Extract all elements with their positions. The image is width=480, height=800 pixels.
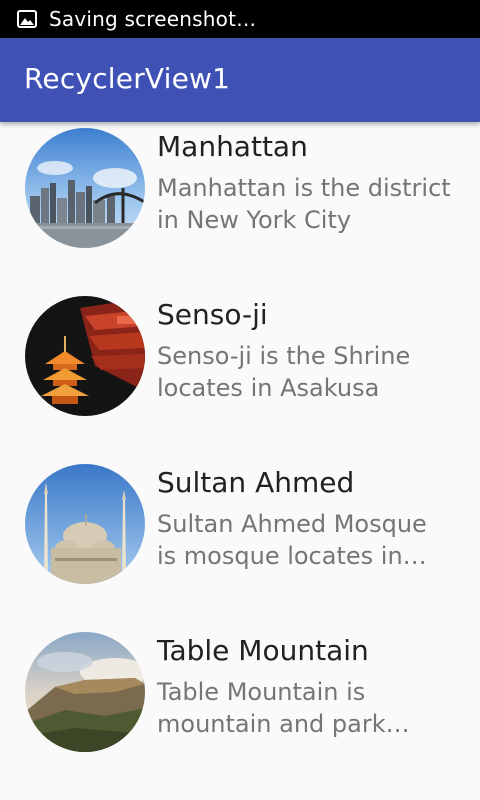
- item-description: Manhattan is the district in New York Ci…: [157, 174, 451, 234]
- sultan-ahmed-mosque-image: [25, 464, 145, 584]
- item-title: Manhattan: [157, 130, 308, 163]
- recycler-list[interactable]: Manhattan Manhattan is the district in N…: [0, 122, 480, 794]
- status-text: Saving screenshot…: [49, 7, 257, 31]
- list-item[interactable]: Sultan Ahmed Sultan Ahmed Mosque is mosq…: [0, 458, 480, 626]
- list-item[interactable]: Manhattan Manhattan is the district in N…: [0, 122, 480, 290]
- item-title: Sultan Ahmed: [157, 466, 355, 499]
- sensoji-temple-image: [25, 296, 145, 416]
- item-title: Table Mountain: [157, 634, 369, 667]
- item-description: Table Mountain is mountain and park…: [157, 678, 410, 738]
- item-title: Senso-ji: [157, 298, 268, 331]
- app-title: RecyclerView1: [24, 62, 231, 95]
- manhattan-skyline-image: [25, 128, 145, 248]
- item-description: Sultan Ahmed Mosque is mosque locates in…: [157, 510, 427, 570]
- table-mountain-image: [25, 632, 145, 752]
- image-icon: [17, 10, 37, 28]
- status-bar: Saving screenshot…: [0, 0, 480, 38]
- item-description: Senso-ji is the Shrine locates in Asakus…: [157, 342, 411, 402]
- list-item[interactable]: Senso-ji Senso-ji is the Shrine locates …: [0, 290, 480, 458]
- list-item[interactable]: Table Mountain Table Mountain is mountai…: [0, 626, 480, 794]
- app-bar: RecyclerView1: [0, 38, 480, 122]
